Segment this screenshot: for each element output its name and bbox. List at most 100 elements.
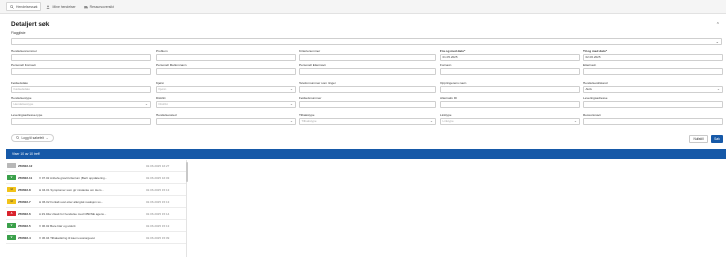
- chevron-down-icon: ⌄: [144, 102, 148, 106]
- form-field: Ressursnavn: [583, 113, 723, 125]
- input-field[interactable]: [299, 68, 436, 75]
- select-field[interactable]: ⌄: [156, 118, 296, 125]
- incident-timestamp: 02.06.2025 16:27: [146, 163, 170, 168]
- triage-badge: A: [7, 211, 16, 216]
- tab-label: Mine hendelser: [52, 4, 76, 9]
- list-item[interactable]: H 250602-7 H 06.02 Forkalt uvel etter alle…: [6, 196, 186, 208]
- field-placeholder: Fødselsdato: [13, 87, 31, 91]
- incident-description: V 36.04 Tilbakeføring til kaom-sosiorgev…: [39, 235, 95, 240]
- form-field: Alternativ ID: [440, 96, 580, 108]
- logg-label: Logg til søkefelt: [21, 136, 44, 140]
- input-field[interactable]: [440, 86, 580, 93]
- select-field[interactable]: Aktiv ⌄: [583, 86, 723, 93]
- input-field[interactable]: Fødselsdato: [11, 86, 151, 93]
- incident-id: 250602-6: [18, 211, 31, 216]
- page-title: Detaljert søk: [11, 21, 50, 28]
- field-placeholder: Tilbakstype: [301, 119, 317, 123]
- select-field[interactable]: Distrikt ⌄: [156, 101, 296, 108]
- triage-badge: H: [7, 187, 16, 192]
- form-field: Problem: [156, 49, 296, 61]
- list-item[interactable]: 250602-12 02.06.2025 16:27: [6, 160, 186, 172]
- incident-id: 250602-7: [18, 199, 31, 204]
- form-field: Leveringsadresse-type: [11, 113, 151, 125]
- form-field: Personell Fornavn: [11, 63, 151, 75]
- collapse-chevron-icon[interactable]: ⌃: [716, 22, 720, 28]
- triage-badge: [7, 163, 16, 168]
- incident-description: V 06.02 Bare blør og utskrit: [39, 223, 76, 228]
- chevron-down-icon: ⌄: [289, 102, 293, 106]
- list-item[interactable]: V 250602-11 V 07.02 Anbefa gravit kriteriu…: [6, 172, 186, 184]
- form-field: Personell Etternavn: [299, 63, 436, 75]
- chevron-down-icon: ⌄: [573, 119, 577, 123]
- triage-badge: H: [7, 199, 16, 204]
- input-field[interactable]: [583, 101, 723, 108]
- field-placeholder: Kjønn: [158, 87, 167, 91]
- input-field[interactable]: [156, 54, 296, 61]
- form-field: Telefonnummer som ringer: [299, 81, 436, 93]
- input-field[interactable]: [440, 101, 580, 108]
- form-field: Hendelsesnummer: [11, 49, 151, 61]
- form-field: Tilbakstype Tilbakstype ⌄: [299, 113, 436, 125]
- incident-timestamp: 02.06.2025 16:03: [146, 175, 170, 180]
- tab-mine-hendelser[interactable]: Mine hendelser: [43, 2, 78, 11]
- input-field[interactable]: [156, 68, 296, 75]
- chevron-down-icon: ⌄: [45, 136, 49, 140]
- incident-description: A 29.04a Utsatt for hendelse med CBRNE a…: [39, 211, 107, 216]
- select-field[interactable]: Kjønn ⌄: [156, 86, 296, 93]
- incident-id: 250602-12: [18, 163, 33, 168]
- incident-id: 250602-5: [18, 223, 31, 228]
- form-field: Til og med dato* 02.06.2025: [583, 49, 723, 61]
- form-field: Hendelsestype Hendelsestype ⌄: [11, 96, 151, 108]
- input-field[interactable]: [299, 54, 436, 61]
- tab-label: Hendelsessøk: [16, 4, 38, 9]
- logg-til-sokefelt-button[interactable]: Logg til søkefelt ⌄: [11, 134, 54, 142]
- input-field[interactable]: [11, 118, 151, 125]
- list-item[interactable]: H 250602-8 H 04.01 Symptomer som gir mista…: [6, 184, 186, 196]
- input-field[interactable]: 02.06.2025: [583, 54, 723, 61]
- field-placeholder: Linktype: [442, 119, 454, 123]
- incident-description: H 04.01 Symptomer som gir mistanke om He…: [39, 187, 104, 192]
- tab-ressursoversikt[interactable]: Ressursoversikt: [81, 2, 117, 11]
- input-field[interactable]: [440, 68, 580, 75]
- triage-badge: V: [7, 235, 16, 240]
- select-field[interactable]: Hendelsestype ⌄: [11, 101, 151, 108]
- form-field: Linktype Linktype ⌄: [440, 113, 580, 125]
- form-field: Kjønn Kjønn ⌄: [156, 81, 296, 93]
- form-field: Oppringerens navn: [440, 81, 580, 93]
- form-field: Hendelsestilstand Aktiv ⌄: [583, 81, 723, 93]
- incident-id: 250602-4: [18, 235, 31, 240]
- list-item[interactable]: A 250602-6 A 29.04a Utsatt for hendelse me…: [6, 208, 186, 220]
- tab-hendelsessok[interactable]: Hendelsessøk: [6, 2, 42, 11]
- scrollbar[interactable]: [186, 162, 188, 182]
- chevron-down-icon: ⌄: [289, 119, 293, 123]
- input-field[interactable]: [11, 54, 151, 61]
- list-item[interactable]: V 250602-5 V 06.02 Bare blør og utskrit 02.…: [6, 220, 186, 232]
- chevron-down-icon: ⌄: [289, 87, 293, 91]
- tab-label: Ressursoversikt: [89, 4, 114, 9]
- flaggliste-select[interactable]: ⌄: [11, 38, 722, 45]
- reset-button[interactable]: Nullstill: [689, 135, 708, 143]
- incident-timestamp: 02.06.2025 15:13: [146, 223, 170, 228]
- select-field[interactable]: Linktype ⌄: [440, 118, 580, 125]
- input-field[interactable]: [11, 68, 151, 75]
- incident-timestamp: 02.06.2025 15:13: [146, 187, 170, 192]
- input-field[interactable]: [583, 68, 723, 75]
- user-icon: [46, 4, 51, 9]
- form-field: Distrikt Distrikt ⌄: [156, 96, 296, 108]
- vehicle-icon: [83, 5, 88, 9]
- incident-timestamp: 02.06.2025 15:13: [146, 199, 170, 204]
- search-button[interactable]: Søk: [711, 135, 723, 143]
- select-field[interactable]: Tilbakstype ⌄: [299, 118, 436, 125]
- search-icon: [10, 4, 14, 9]
- field-value: 02.06.2025: [585, 55, 601, 59]
- input-field[interactable]: [299, 101, 436, 108]
- input-field[interactable]: [583, 118, 723, 125]
- chevron-down-icon: ⌄: [429, 119, 433, 123]
- input-field[interactable]: 01.05.2025: [440, 54, 580, 61]
- list-item[interactable]: V 250602-4 V 36.04 Tilbakeføring til kaom-…: [6, 232, 186, 244]
- field-value: 01.05.2025: [442, 55, 458, 59]
- input-field[interactable]: [299, 86, 436, 93]
- form-field: Etternavn: [583, 63, 723, 75]
- field-placeholder: Hendelsestype: [13, 102, 34, 106]
- flaggliste-label: Flaggliste: [11, 31, 26, 35]
